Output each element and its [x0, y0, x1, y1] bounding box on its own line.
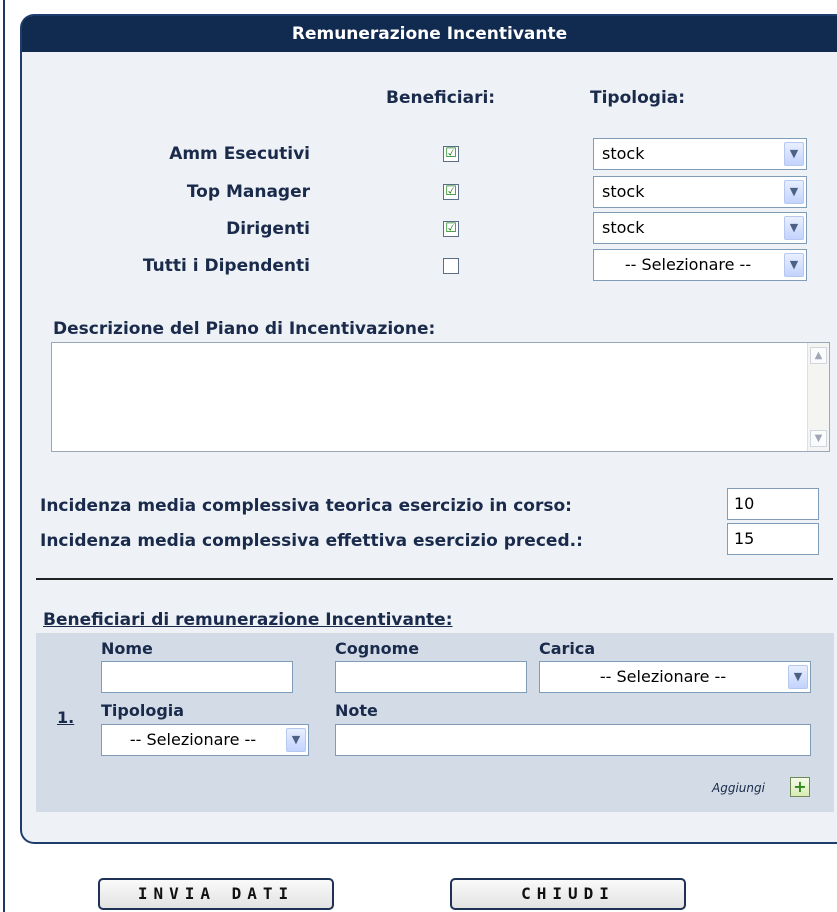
- select-tipologia-top-manager[interactable]: stock ▼: [593, 176, 807, 208]
- tipologia-label: Tipologia: [101, 701, 185, 720]
- descrizione-textarea[interactable]: ▲ ▼: [51, 342, 830, 452]
- tipologia-select[interactable]: -- Selezionare -- ▼: [101, 724, 309, 756]
- cognome-input[interactable]: [335, 661, 527, 693]
- carica-label: Carica: [539, 639, 596, 658]
- column-beneficiari-heading: Beneficiari:: [386, 88, 496, 108]
- tipologia-select-value: -- Selezionare --: [129, 730, 257, 749]
- chevron-down-icon[interactable]: ▼: [286, 728, 306, 752]
- scroll-up-icon[interactable]: ▲: [810, 347, 827, 364]
- descrizione-scrollbar[interactable]: ▲ ▼: [807, 343, 829, 451]
- checkbox-check-icon: ☑: [445, 221, 457, 236]
- incidenza-teorica-value: 10: [734, 494, 755, 513]
- select-tipologia-amm-esecutivi[interactable]: stock ▼: [593, 138, 807, 170]
- invia-dati-button[interactable]: INVIA DATI: [98, 878, 334, 910]
- panel-title: Remunerazione Incentivante: [22, 16, 837, 52]
- nome-label: Nome: [101, 639, 153, 658]
- checkbox-dirigenti[interactable]: ☑: [443, 221, 459, 237]
- row-label-dirigenti: Dirigenti: [226, 219, 310, 239]
- descrizione-label: Descrizione del Piano di Incentivazione:: [53, 319, 436, 339]
- plus-icon[interactable]: +: [790, 777, 810, 797]
- chevron-down-icon[interactable]: ▼: [788, 665, 808, 689]
- select-value: -- Selezionare --: [624, 255, 752, 274]
- row-label-top-manager: Top Manager: [186, 182, 310, 202]
- select-tipologia-dirigenti[interactable]: stock ▼: [593, 212, 807, 244]
- left-border-rule: [3, 0, 5, 912]
- section-divider: [36, 578, 833, 580]
- note-input[interactable]: [335, 724, 811, 756]
- beneficiari-section-title: Beneficiari di remunerazione Incentivant…: [43, 610, 453, 630]
- select-value: stock: [602, 144, 645, 163]
- carica-select[interactable]: -- Selezionare -- ▼: [539, 661, 811, 693]
- nome-input[interactable]: [101, 661, 293, 693]
- chevron-down-icon[interactable]: ▼: [784, 142, 804, 166]
- checkbox-amm-esecutivi[interactable]: ☑: [443, 146, 459, 162]
- chiudi-button[interactable]: CHIUDI: [450, 878, 686, 910]
- checkbox-check-icon: ☑: [445, 184, 457, 199]
- column-tipologia-heading: Tipologia:: [590, 88, 686, 108]
- select-value: stock: [602, 218, 645, 237]
- carica-select-value: -- Selezionare --: [599, 667, 727, 686]
- beneficiario-row-index[interactable]: 1.: [57, 708, 74, 727]
- select-tipologia-tutti-i-dipendenti[interactable]: -- Selezionare -- ▼: [593, 249, 807, 281]
- aggiungi-label[interactable]: Aggiungi: [712, 781, 765, 795]
- incidenza-teorica-input[interactable]: 10: [727, 488, 819, 520]
- row-label-tutti-i-dipendenti: Tutti i Dipendenti: [142, 256, 310, 276]
- scroll-down-icon[interactable]: ▼: [810, 430, 827, 447]
- cognome-label: Cognome: [335, 639, 420, 658]
- incidenza-effettiva-label: Incidenza media complessiva effettiva es…: [40, 531, 583, 551]
- beneficiari-form-box: Nome Cognome Carica -- Selezionare -- ▼ …: [36, 633, 834, 812]
- checkbox-top-manager[interactable]: ☑: [443, 184, 459, 200]
- chevron-down-icon[interactable]: ▼: [784, 216, 804, 240]
- remunerazione-panel: Remunerazione Incentivante Beneficiari: …: [20, 14, 837, 844]
- select-value: stock: [602, 182, 645, 201]
- note-label: Note: [335, 701, 378, 720]
- incidenza-effettiva-value: 15: [734, 529, 755, 548]
- checkbox-check-icon: ☑: [445, 146, 457, 161]
- row-label-amm-esecutivi: Amm Esecutivi: [169, 144, 310, 164]
- chevron-down-icon[interactable]: ▼: [784, 180, 804, 204]
- incidenza-effettiva-input[interactable]: 15: [727, 523, 819, 555]
- checkbox-tutti-i-dipendenti[interactable]: [443, 258, 459, 274]
- page: Remunerazione Incentivante Beneficiari: …: [0, 0, 837, 912]
- chevron-down-icon[interactable]: ▼: [784, 253, 804, 277]
- incidenza-teorica-label: Incidenza media complessiva teorica eser…: [40, 496, 572, 516]
